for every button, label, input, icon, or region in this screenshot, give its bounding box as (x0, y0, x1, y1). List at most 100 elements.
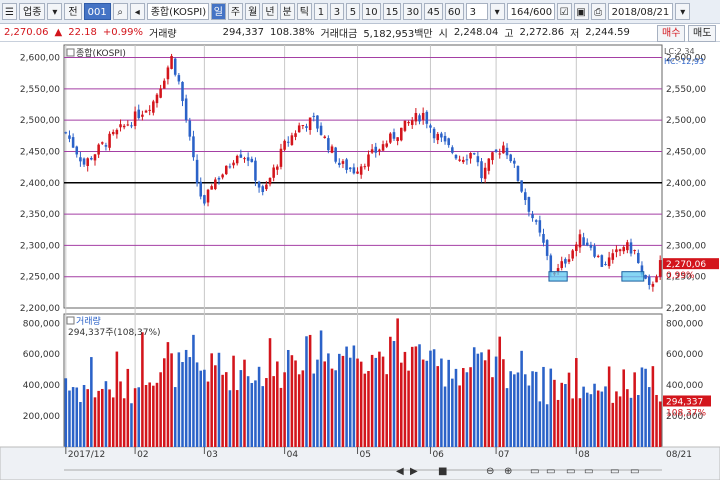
candle-count[interactable]: 164/600 (506, 3, 555, 20)
candle-body (461, 159, 465, 163)
scroll-control-icon[interactable]: ▭ (610, 466, 619, 477)
chevron-down-icon[interactable]: ▾ (489, 3, 505, 20)
chevron-down-icon[interactable]: ▾ (675, 3, 691, 20)
interval-value[interactable]: 3 (465, 3, 488, 20)
candle-body (545, 240, 549, 256)
x-tick-label: 02 (137, 450, 148, 460)
volume-bar (86, 389, 89, 447)
period-tick[interactable]: 틱 (296, 3, 312, 20)
candle-body (181, 81, 184, 102)
volume-bar (224, 372, 228, 447)
candle-body (458, 159, 461, 161)
x-axis-end-label: 08/21 (666, 450, 692, 460)
interval-60[interactable]: 60 (444, 3, 464, 20)
checkbox-icon[interactable]: ☑ (556, 3, 572, 20)
candle-body (494, 149, 498, 152)
candlestick-chart[interactable]: 2017/12 02 03 04 05 06 07 08 08/21 2,200,00 2,200,… (0, 42, 720, 480)
save-icon[interactable]: ▣ (573, 3, 589, 20)
panel-collapse-icon[interactable] (66, 316, 75, 325)
interval-15[interactable]: 15 (382, 3, 402, 20)
candle-body (356, 171, 359, 174)
candle-body (316, 115, 319, 129)
panel-collapse-icon[interactable] (66, 48, 75, 57)
volume-bar (491, 377, 494, 447)
volume-bar (173, 387, 177, 447)
scroll-control-icon[interactable]: ▭ (584, 466, 593, 477)
quote-bar: 2,270.06 ▲ 22.18 +0.99% 거래량 294,337 108.… (0, 24, 720, 42)
volume-bar (257, 366, 261, 447)
scroll-control-icon[interactable]: ▭ (566, 466, 575, 477)
candle-body (622, 247, 625, 252)
volume-bar (301, 370, 305, 447)
period-minute[interactable]: 분 (279, 3, 295, 20)
market-select[interactable]: 업종 (19, 3, 46, 20)
candle-body (604, 264, 607, 266)
buy-button[interactable]: 매수 (657, 25, 686, 42)
highlight-box[interactable] (548, 271, 568, 282)
scroll-control-icon[interactable]: ■ (438, 466, 447, 477)
scroll-control-icon[interactable]: ▭ (546, 466, 555, 477)
volume-bar (137, 387, 141, 447)
y-tick-label-left: 2,300,00 (20, 241, 60, 251)
date-field[interactable]: 2018/08/21 (607, 3, 674, 20)
volume-bar (534, 371, 538, 447)
interval-45[interactable]: 45 (424, 3, 443, 20)
scroll-control-icon[interactable]: ▭ (530, 466, 539, 477)
volume-bar (122, 398, 126, 447)
candle-body (633, 250, 636, 252)
chevron-down-icon[interactable]: ▾ (47, 3, 63, 20)
scroll-control-icon[interactable]: ▶ (410, 466, 418, 477)
candle-body (647, 276, 651, 286)
scroll-control-icon[interactable]: ⊖ (486, 466, 494, 477)
volume-bar (483, 360, 487, 447)
period-month[interactable]: 월 (245, 3, 261, 20)
interval-1[interactable]: 1 (313, 3, 328, 20)
candle-body (268, 177, 272, 185)
candle-body (440, 133, 443, 138)
candle-body (235, 155, 239, 164)
high-value: 2,272.86 (519, 27, 565, 38)
candle-body (556, 268, 560, 272)
interval-5[interactable]: 5 (345, 3, 360, 20)
volume-bar (498, 336, 502, 447)
scroll-control-icon[interactable]: ◀ (396, 466, 404, 477)
volume-bar (305, 336, 308, 447)
volume-bar (327, 353, 330, 447)
type-select[interactable]: 전 (64, 3, 82, 20)
volume-bar (265, 378, 268, 447)
search-icon[interactable]: ⌕ (112, 3, 128, 20)
volume-bar (108, 389, 111, 447)
candle-body (593, 246, 596, 257)
y-tick-label-right: 2,550,00 (666, 85, 706, 95)
menu-icon[interactable]: ☰ (2, 3, 17, 20)
highlight-box[interactable] (621, 271, 645, 282)
volume-bar (272, 376, 275, 447)
candle-body (170, 55, 173, 69)
candle-body (305, 126, 308, 128)
x-tick-label: 03 (206, 450, 217, 460)
speaker-icon[interactable]: ◂ (129, 3, 145, 20)
volume-bar (545, 404, 549, 447)
volume-bar (421, 359, 425, 447)
interval-30[interactable]: 30 (403, 3, 423, 20)
candle-body (232, 162, 235, 166)
interval-10[interactable]: 10 (361, 3, 381, 20)
period-week[interactable]: 주 (227, 3, 244, 20)
volume-bar (286, 349, 290, 447)
x-tick-label: 2017/12 (68, 450, 105, 460)
code-input[interactable]: 001 (83, 3, 111, 20)
volume-bar (254, 380, 257, 447)
volume-label: 거래량 (149, 29, 177, 40)
scroll-control-icon[interactable]: ⊕ (504, 466, 512, 477)
sell-button[interactable]: 매도 (688, 25, 717, 42)
candle-body (582, 237, 585, 246)
period-year[interactable]: 년 (262, 3, 278, 20)
volume-bar (79, 402, 82, 447)
volume-bar (502, 359, 505, 447)
scroll-control-icon[interactable]: ▭ (630, 466, 639, 477)
candle-body (571, 250, 574, 259)
period-day[interactable]: 일 (210, 3, 226, 20)
interval-3[interactable]: 3 (329, 3, 344, 20)
candle-body (90, 157, 93, 160)
print-icon[interactable]: ⎙ (590, 3, 606, 20)
